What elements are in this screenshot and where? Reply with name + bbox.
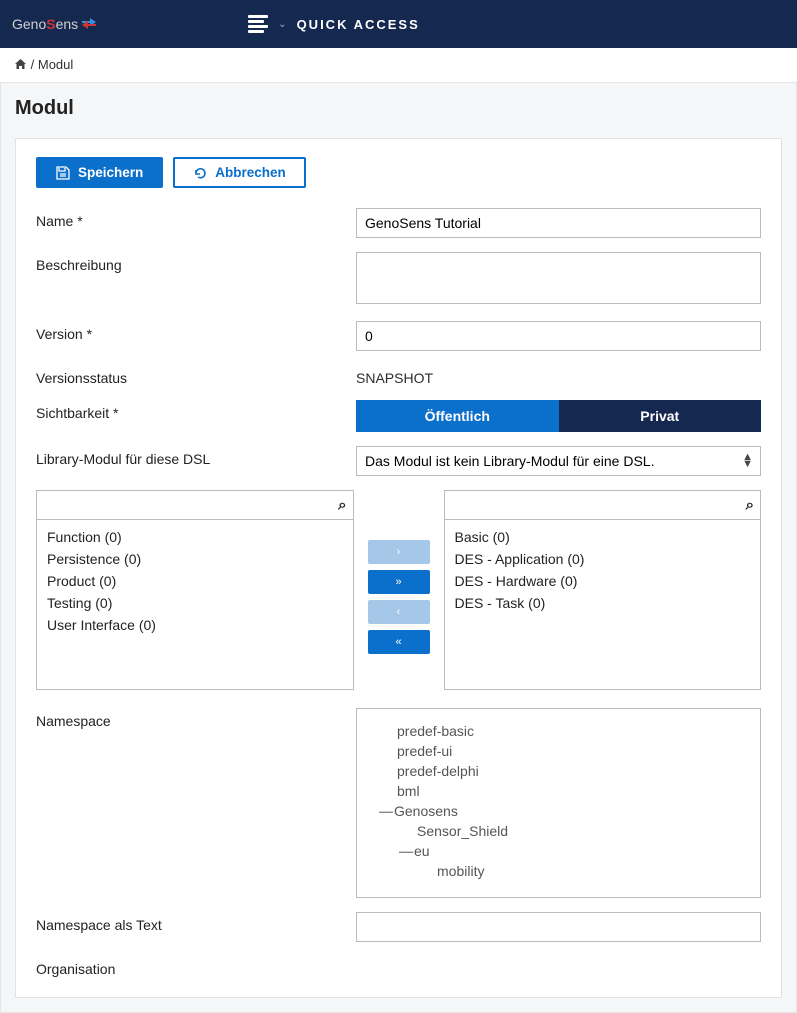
- list-item[interactable]: Persistence (0): [47, 548, 343, 570]
- dual-list-left: ⌕ Function (0)Persistence (0)Product (0)…: [36, 490, 354, 690]
- visibility-private[interactable]: Privat: [559, 400, 762, 432]
- list-item[interactable]: DES - Application (0): [455, 548, 751, 570]
- move-all-right-button[interactable]: »: [368, 570, 430, 594]
- undo-icon: [193, 166, 207, 180]
- tree-node[interactable]: —eu: [373, 841, 744, 861]
- tree-node[interactable]: bml: [373, 781, 744, 801]
- library-label: Library-Modul für diese DSL: [36, 446, 356, 467]
- visibility-public[interactable]: Öffentlich: [356, 400, 559, 432]
- version-status-value: SNAPSHOT: [356, 365, 761, 386]
- tree-node[interactable]: —Genosens: [373, 801, 744, 821]
- move-right-button[interactable]: ›: [368, 540, 430, 564]
- namespace-tree: predef-basicpredef-uipredef-delphibml—Ge…: [356, 708, 761, 898]
- page-title: Modul: [15, 97, 782, 120]
- tree-node[interactable]: predef-basic: [373, 721, 744, 741]
- organisation-label: Organisation: [36, 956, 356, 977]
- tree-node[interactable]: predef-delphi: [373, 761, 744, 781]
- dual-list: ⌕ Function (0)Persistence (0)Product (0)…: [36, 490, 761, 690]
- chevron-down-icon[interactable]: ⌄: [278, 19, 286, 30]
- list-item[interactable]: Product (0): [47, 570, 343, 592]
- version-input[interactable]: [356, 321, 761, 351]
- cancel-button[interactable]: Abbrechen: [173, 157, 306, 188]
- breadcrumb-current: Modul: [38, 57, 73, 72]
- version-label: Version: [36, 321, 356, 342]
- name-label: Name: [36, 208, 356, 229]
- search-icon[interactable]: ⌕: [338, 497, 346, 514]
- list-item[interactable]: DES - Task (0): [455, 592, 751, 614]
- dual-list-right-search[interactable]: [445, 491, 761, 519]
- dual-list-right: ⌕ Basic (0)DES - Application (0)DES - Ha…: [444, 490, 762, 690]
- visibility-toggle: Öffentlich Privat: [356, 400, 761, 432]
- description-label: Beschreibung: [36, 252, 356, 273]
- list-item[interactable]: Testing (0): [47, 592, 343, 614]
- search-icon[interactable]: ⌕: [746, 497, 754, 514]
- logo[interactable]: GenoSens: [12, 16, 98, 32]
- tree-node[interactable]: mobility: [373, 861, 744, 881]
- page-body: Modul Speichern Abbrechen Name Beschreib…: [0, 83, 797, 1013]
- top-bar: GenoSens ⌄ QUICK ACCESS: [0, 0, 797, 48]
- tree-node[interactable]: predef-ui: [373, 741, 744, 761]
- save-icon: [56, 166, 70, 180]
- namespace-label: Namespace: [36, 708, 356, 729]
- namespace-text-input[interactable]: [356, 912, 761, 942]
- dual-list-left-search[interactable]: [37, 491, 353, 519]
- list-item[interactable]: Function (0): [47, 526, 343, 548]
- save-button[interactable]: Speichern: [36, 157, 163, 188]
- list-item[interactable]: User Interface (0): [47, 614, 343, 636]
- visibility-label: Sichtbarkeit: [36, 400, 356, 421]
- list-item[interactable]: Basic (0): [455, 526, 751, 548]
- logo-arrows-icon: [80, 17, 98, 31]
- form-panel: Speichern Abbrechen Name Beschreibung Ve…: [15, 138, 782, 998]
- version-status-label: Versionsstatus: [36, 365, 356, 386]
- tree-node[interactable]: Sensor_Shield: [373, 821, 744, 841]
- move-all-left-button[interactable]: «: [368, 630, 430, 654]
- list-item[interactable]: DES - Hardware (0): [455, 570, 751, 592]
- namespace-text-label: Namespace als Text: [36, 912, 356, 933]
- move-left-button[interactable]: ‹: [368, 600, 430, 624]
- quick-access-label[interactable]: QUICK ACCESS: [297, 17, 420, 32]
- dual-list-controls: › » ‹ «: [354, 490, 444, 690]
- tree-collapse-icon[interactable]: —: [379, 803, 394, 819]
- tree-collapse-icon[interactable]: —: [399, 843, 414, 859]
- library-select[interactable]: Das Modul ist kein Library-Modul für ein…: [356, 446, 761, 476]
- menu-icon[interactable]: [248, 15, 268, 33]
- home-icon[interactable]: [14, 58, 27, 73]
- description-input[interactable]: [356, 252, 761, 304]
- breadcrumb: / Modul: [0, 48, 797, 83]
- name-input[interactable]: [356, 208, 761, 238]
